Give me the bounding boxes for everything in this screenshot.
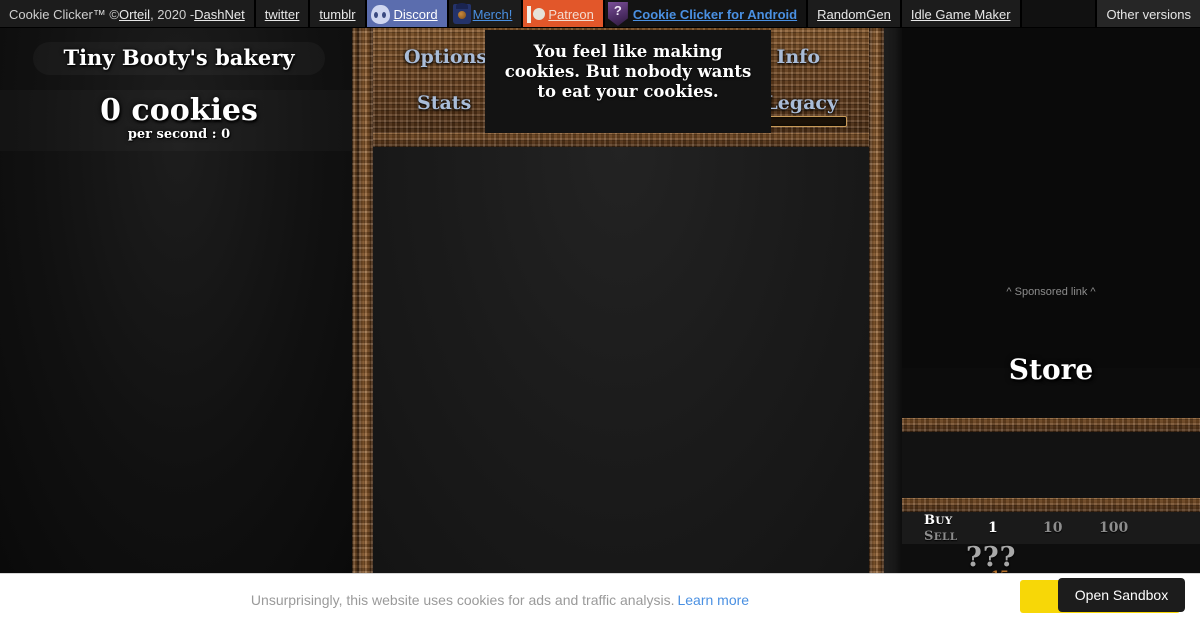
top-link-bar: Cookie Clicker™ © Orteil , 2020 - DashNe… <box>0 0 1200 28</box>
bulk-buy-1-button[interactable]: 1 <box>988 520 998 536</box>
merch-cell[interactable]: Merch! <box>448 0 524 27</box>
idle-game-maker-link[interactable]: Idle Game Maker <box>911 7 1011 22</box>
cookies-per-second: per second : 0 <box>127 126 231 142</box>
copyright-cell: Cookie Clicker™ © Orteil , 2020 - DashNe… <box>0 0 256 27</box>
patreon-link[interactable]: Patreon <box>548 7 594 22</box>
consent-message-wrap: Unsurprisingly, this website uses cookie… <box>0 592 1000 608</box>
android-cell[interactable]: Cookie Clicker for Android <box>604 0 809 27</box>
cookie-clicker-game: Cookie Clicker™ © Orteil , 2020 - DashNe… <box>0 0 1200 630</box>
store-divider-top <box>902 418 1200 432</box>
store-divider-bottom <box>902 498 1200 512</box>
patreon-icon <box>526 5 546 24</box>
randomgen-link[interactable]: RandomGen <box>817 7 891 22</box>
dashnet-link[interactable]: DashNet <box>194 7 245 22</box>
legacy-button[interactable]: Legacy <box>764 92 838 114</box>
news-ticker[interactable]: You feel like making cookies. But nobody… <box>485 30 771 133</box>
middle-wood-right-frame <box>869 28 884 573</box>
idle-game-maker-cell[interactable]: Idle Game Maker <box>901 0 1022 27</box>
store-left-edge <box>884 28 902 573</box>
sponsored-ad-area[interactable]: ^ Sponsored link ^ <box>902 28 1200 368</box>
buy-sell-bar: BUY SELL 1 10 100 <box>902 512 1200 544</box>
sell-mode-button[interactable]: SELL <box>924 529 978 545</box>
other-versions-button[interactable]: Other versions <box>1095 0 1200 27</box>
tumblr-cell[interactable]: tumblr <box>310 0 367 27</box>
sell-label-cap: S <box>924 529 934 544</box>
buy-label-cap: B <box>924 513 936 528</box>
bakery-name-pill[interactable]: Tiny Booty's bakery <box>33 42 324 75</box>
news-ticker-message: You feel like making cookies. But nobody… <box>504 42 752 102</box>
top-bar-spacer <box>1021 0 1096 27</box>
middle-panel: Options Stats Info Legacy You feel like … <box>358 28 884 573</box>
buy-sell-mode-group: BUY SELL <box>924 513 978 545</box>
orteil-link[interactable]: Orteil <box>119 7 150 22</box>
middle-wood-left-frame <box>358 28 373 573</box>
android-link[interactable]: Cookie Clicker for Android <box>633 7 797 22</box>
stats-button[interactable]: Stats <box>417 92 471 114</box>
middle-wood-divider <box>373 133 869 147</box>
discord-link[interactable]: Discord <box>394 7 438 22</box>
store-panel: ^ Sponsored link ^ Store BUY SELL 1 10 1… <box>884 28 1200 573</box>
randomgen-cell[interactable]: RandomGen <box>808 0 902 27</box>
upgrade-area <box>902 432 1200 498</box>
bakery-panel[interactable]: Tiny Booty's bakery 0 cookies per second… <box>0 28 358 573</box>
bulk-buy-100-button[interactable]: 100 <box>1099 520 1128 536</box>
cookie-count: 0 cookies <box>100 93 258 128</box>
options-button[interactable]: Options <box>404 46 487 68</box>
buy-mode-button[interactable]: BUY <box>924 513 978 529</box>
bulk-buy-10-button[interactable]: 10 <box>1043 520 1062 536</box>
bakery-name-wrap: Tiny Booty's bakery <box>0 42 358 75</box>
merch-bag-icon <box>452 3 471 24</box>
store-title: Store <box>1008 353 1094 386</box>
merch-link[interactable]: Merch! <box>473 7 513 22</box>
copyright-prefix: Cookie Clicker™ © <box>9 6 119 22</box>
learn-more-link[interactable]: Learn more <box>677 592 749 608</box>
twitter-link[interactable]: twitter <box>265 7 300 22</box>
middle-top-wood-panel: Options Stats Info Legacy You feel like … <box>373 28 869 147</box>
middle-body-area <box>373 147 869 573</box>
android-badge-icon <box>607 2 628 26</box>
tumblr-link[interactable]: tumblr <box>319 7 355 22</box>
bakery-name[interactable]: Tiny Booty's bakery <box>63 45 294 70</box>
copyright-middle: , 2020 - <box>150 6 195 22</box>
consent-message: Unsurprisingly, this website uses cookie… <box>250 592 675 608</box>
sell-label-rest: ELL <box>933 531 958 543</box>
sponsored-link-label: ^ Sponsored link ^ <box>1006 286 1096 298</box>
open-sandbox-button[interactable]: Open Sandbox <box>1058 578 1185 612</box>
buy-label-rest: UY <box>935 515 953 527</box>
info-button[interactable]: Info <box>776 46 820 68</box>
other-versions-label: Other versions <box>1106 6 1191 22</box>
twitter-cell[interactable]: twitter <box>255 0 311 27</box>
product-row-cursor[interactable]: ??? 15 <box>902 544 1200 573</box>
discord-cell[interactable]: Discord <box>366 0 449 27</box>
discord-icon <box>370 4 390 24</box>
patreon-cell[interactable]: Patreon <box>523 0 605 27</box>
product-list: ??? 15 <box>902 544 1200 573</box>
cookie-counter-box: 0 cookies per second : 0 <box>0 90 358 151</box>
